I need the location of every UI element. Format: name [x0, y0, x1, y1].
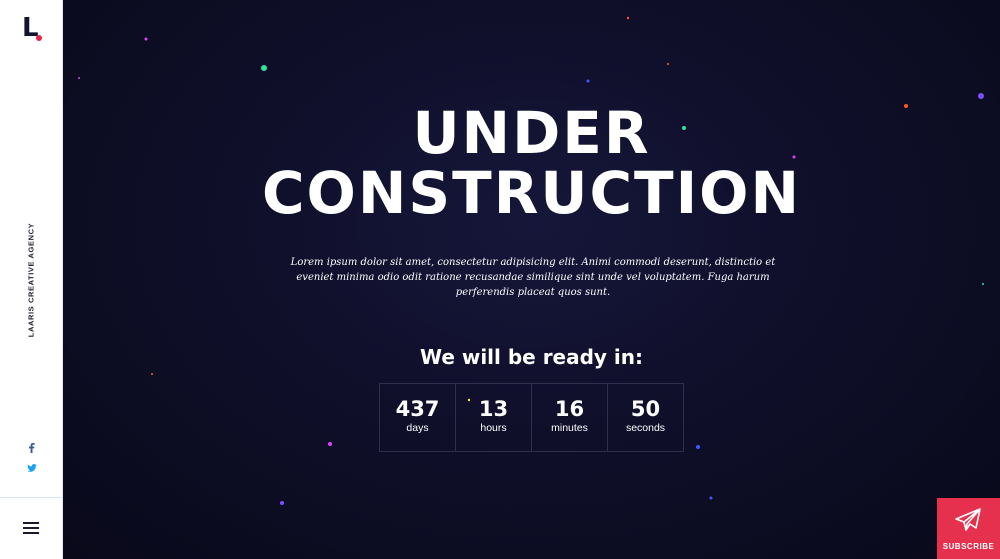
- minutes-label: minutes: [551, 422, 588, 434]
- facebook-link[interactable]: [0, 440, 63, 458]
- logo-dot: [36, 35, 42, 41]
- countdown-heading: We will be ready in:: [419, 345, 644, 369]
- particle: [982, 283, 984, 285]
- agency-tagline: LAARIS CREATIVE AGENCY: [26, 222, 36, 338]
- twitter-icon: [26, 464, 37, 472]
- headline-line-1: UNDER: [412, 99, 651, 167]
- headline-line-2: CONSTRUCTION: [261, 159, 802, 227]
- hours-value: 13: [478, 397, 509, 421]
- countdown-days: 437 days: [380, 384, 456, 451]
- hamburger-icon[interactable]: [23, 522, 39, 534]
- countdown-hours: 13 hours: [456, 384, 532, 451]
- particle: [978, 93, 984, 99]
- days-label: days: [406, 422, 429, 434]
- minutes-value: 16: [554, 397, 585, 421]
- particle: [586, 79, 590, 83]
- particle: [78, 77, 80, 79]
- hero-description: Lorem ipsum dolor sit amet, consectetur …: [290, 257, 776, 298]
- paper-plane-icon: [955, 508, 981, 531]
- hero-section: UNDER CONSTRUCTION Lorem ipsum dolor sit…: [63, 0, 1000, 559]
- seconds-value: 50: [630, 397, 661, 421]
- particle: [261, 65, 267, 71]
- sidebar-divider: [0, 497, 63, 498]
- particle: [667, 63, 669, 65]
- particle: [280, 501, 284, 505]
- twitter-link[interactable]: [0, 459, 63, 477]
- particle: [709, 496, 713, 500]
- facebook-icon: [28, 443, 35, 453]
- hours-label: hours: [480, 422, 507, 434]
- countdown-minutes: 16 minutes: [532, 384, 608, 451]
- seconds-label: seconds: [625, 422, 666, 434]
- sidebar: L LAARIS CREATIVE AGENCY: [0, 0, 63, 559]
- particle: [696, 445, 700, 449]
- countdown-timer: 437 days 13 hours 16 minutes 50 seconds: [379, 383, 684, 452]
- particle: [626, 16, 630, 20]
- particle: [144, 37, 148, 41]
- countdown-seconds: 50 seconds: [608, 384, 683, 451]
- subscribe-label: SUBSCRIBE: [942, 542, 995, 551]
- days-value: 437: [395, 397, 440, 421]
- particle: [328, 442, 332, 446]
- subscribe-button[interactable]: SUBSCRIBE: [937, 498, 1000, 559]
- particle: [151, 373, 153, 375]
